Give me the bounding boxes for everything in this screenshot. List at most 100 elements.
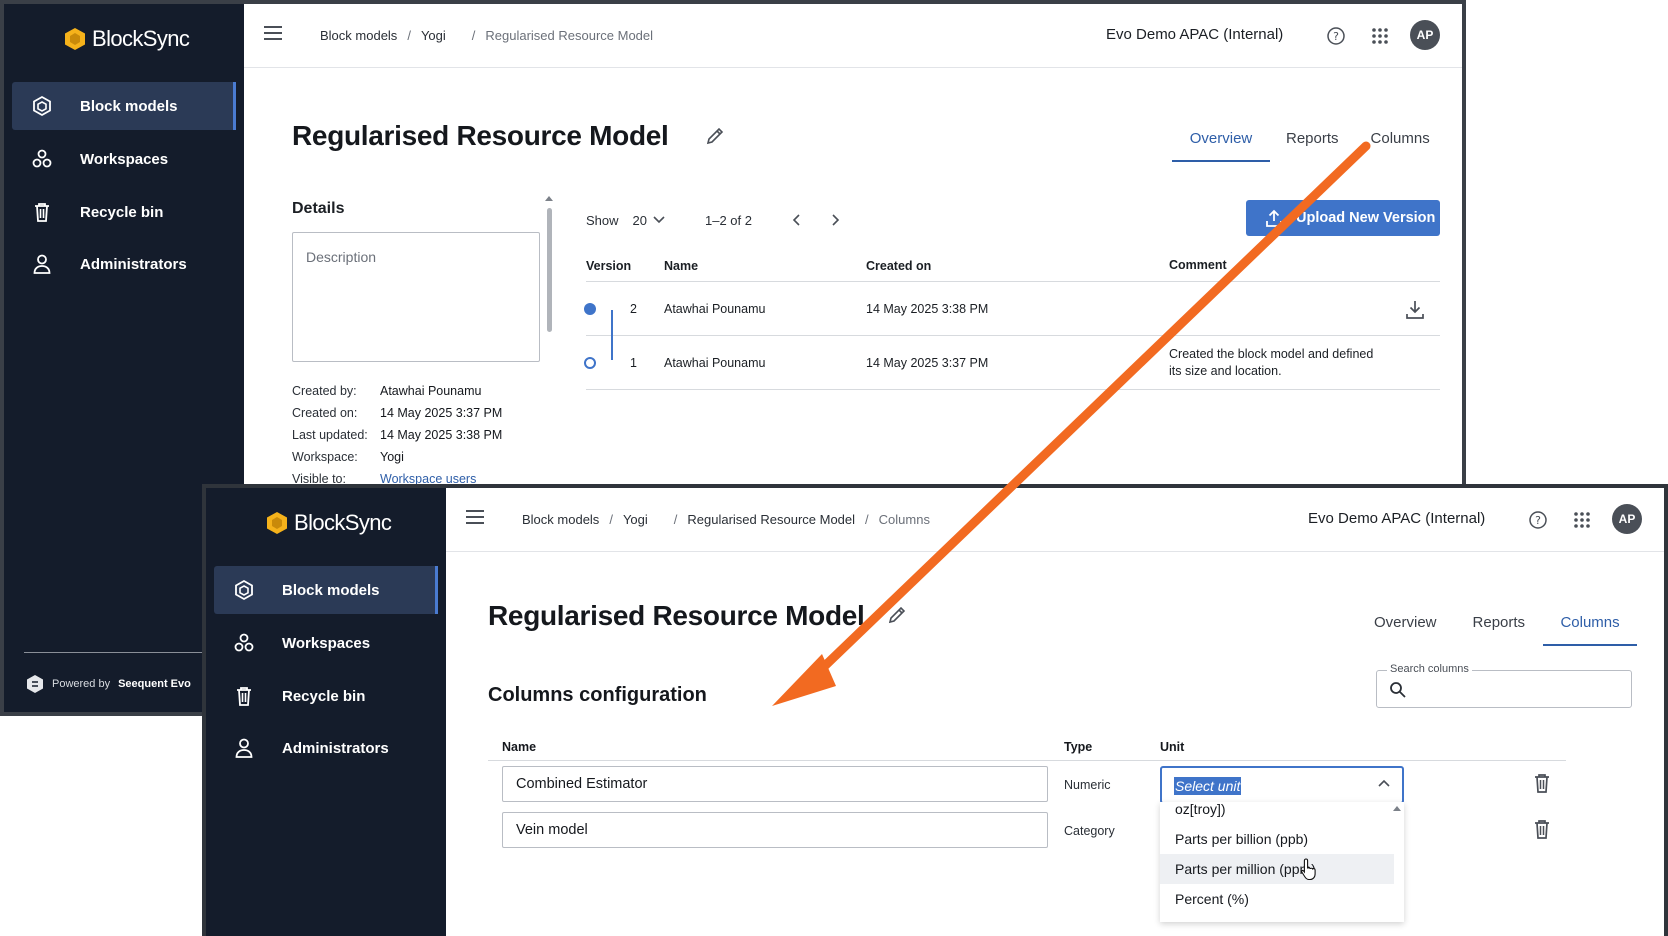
sidebar-item-label: Block models bbox=[80, 97, 178, 115]
version-date: 14 May 2025 3:37 PM bbox=[866, 355, 989, 370]
sidebar-item-label: Block models bbox=[282, 581, 380, 599]
pencil-icon[interactable] bbox=[886, 604, 908, 626]
table-header-divider bbox=[488, 760, 1566, 761]
meta-value: 14 May 2025 3:37 PM bbox=[380, 406, 503, 420]
help-icon[interactable]: ? bbox=[1526, 508, 1550, 532]
breadcrumb-block-models[interactable]: Block models bbox=[522, 512, 599, 527]
sidebar-item-recycle-bin[interactable]: Recycle bin bbox=[12, 188, 236, 236]
tab-columns[interactable]: Columns bbox=[1355, 124, 1446, 162]
top-bar: Block models / Yogi / Regularised Resour… bbox=[244, 4, 1462, 68]
unit-option[interactable]: Parts per billion (ppb) bbox=[1160, 824, 1394, 854]
menu-icon[interactable] bbox=[264, 26, 282, 40]
blocksync-hex-icon bbox=[65, 28, 85, 50]
powered-by-name: Seequent Evo bbox=[118, 678, 191, 690]
avatar[interactable]: AP bbox=[1410, 20, 1440, 50]
sidebar-item-recycle-bin[interactable]: Recycle bin bbox=[214, 672, 438, 720]
prev-page-icon[interactable] bbox=[786, 210, 806, 230]
meta-value: Yogi bbox=[380, 450, 404, 464]
description-placeholder: Description bbox=[306, 249, 377, 265]
sidebar-item-workspaces[interactable]: Workspaces bbox=[214, 619, 438, 667]
version-author: Atawhai Pounamu bbox=[664, 355, 766, 370]
column-type: Category bbox=[1064, 824, 1115, 838]
show-label: Show bbox=[586, 212, 619, 228]
tab-overview[interactable]: Overview bbox=[1356, 608, 1455, 646]
dropdown-scroll-up-icon[interactable] bbox=[1393, 806, 1401, 811]
brand-name: BlockSync bbox=[294, 510, 392, 535]
search-input[interactable] bbox=[1417, 677, 1617, 701]
table-row[interactable]: 1 Atawhai Pounamu 14 May 2025 3:37 PM Cr… bbox=[584, 336, 1440, 390]
apps-grid-icon[interactable] bbox=[1570, 508, 1594, 532]
breadcrumb: Block models / Yogi / Regularised Resour… bbox=[320, 28, 653, 43]
page-range: 1–2 of 2 bbox=[705, 212, 752, 228]
top-bar: Block models / Yogi / Regularised Resour… bbox=[446, 488, 1664, 552]
trash-icon bbox=[232, 684, 256, 708]
breadcrumb-separator: / bbox=[407, 28, 411, 43]
table-row[interactable]: 2 Atawhai Pounamu 14 May 2025 3:38 PM bbox=[584, 282, 1440, 336]
column-header-created-on: Created on bbox=[866, 258, 932, 273]
tab-overview[interactable]: Overview bbox=[1172, 124, 1270, 162]
brand-logo[interactable]: BlockSync bbox=[266, 510, 392, 536]
menu-icon[interactable] bbox=[466, 510, 484, 524]
breadcrumb-workspace[interactable]: Yogi bbox=[623, 512, 648, 527]
sidebar-item-label: Workspaces bbox=[80, 150, 169, 168]
download-icon[interactable] bbox=[1389, 299, 1440, 319]
help-icon[interactable]: ? bbox=[1324, 24, 1348, 48]
page-size-select[interactable]: 20 bbox=[633, 213, 665, 228]
delete-column-icon[interactable] bbox=[1532, 818, 1554, 842]
sidebar-item-label: Administrators bbox=[282, 739, 389, 757]
sidebar-item-block-models[interactable]: Block models bbox=[12, 82, 236, 130]
version-timeline-line bbox=[611, 310, 613, 360]
breadcrumb-workspace[interactable]: Yogi bbox=[421, 28, 446, 43]
scroll-up-arrow-icon[interactable] bbox=[545, 196, 553, 201]
breadcrumb-separator: / bbox=[673, 512, 678, 527]
chevron-up-icon bbox=[1378, 779, 1390, 787]
unit-option[interactable]: Percent (%) bbox=[1160, 884, 1394, 914]
hand-cursor-icon bbox=[1301, 858, 1316, 881]
unit-option[interactable]: oz[troy]) bbox=[1160, 802, 1394, 824]
unit-select[interactable]: Select unit bbox=[1160, 766, 1404, 804]
pagination: Show 20 1–2 of 2 bbox=[586, 210, 866, 230]
seequent-logo-icon bbox=[27, 675, 43, 693]
version-number: 2 bbox=[630, 301, 637, 316]
search-columns-field[interactable]: Search columns bbox=[1376, 663, 1632, 708]
blocksync-hex-icon bbox=[267, 512, 287, 534]
sidebar-item-administrators[interactable]: Administrators bbox=[214, 724, 438, 772]
cube-icon bbox=[30, 94, 54, 118]
person-icon bbox=[30, 252, 54, 276]
next-page-icon[interactable] bbox=[826, 210, 846, 230]
columns-window: BlockSync Block models Workspaces Recycl… bbox=[202, 484, 1668, 936]
version-author: Atawhai Pounamu bbox=[664, 301, 766, 316]
meta-key: Created on: bbox=[292, 406, 358, 420]
unit-select-placeholder: Select unit bbox=[1174, 777, 1242, 795]
avatar[interactable]: AP bbox=[1612, 504, 1642, 534]
breadcrumb-model[interactable]: Regularised Resource Model bbox=[687, 512, 855, 527]
apps-grid-icon[interactable] bbox=[1368, 24, 1392, 48]
delete-column-icon[interactable] bbox=[1532, 772, 1554, 796]
column-name-input[interactable]: Vein model bbox=[502, 812, 1048, 848]
meta-key: Created by: bbox=[292, 384, 357, 398]
unit-option-hovered[interactable]: Parts per million (ppm) bbox=[1160, 854, 1394, 884]
sidebar-item-block-models[interactable]: Block models bbox=[214, 566, 438, 614]
tab-bar: Overview Reports Columns bbox=[1172, 124, 1446, 162]
tab-columns[interactable]: Columns bbox=[1543, 608, 1638, 646]
description-field[interactable]: Description bbox=[292, 232, 540, 362]
workspaces-icon bbox=[30, 147, 54, 171]
breadcrumb-block-models[interactable]: Block models bbox=[320, 28, 397, 43]
version-cell: 1 bbox=[584, 356, 664, 370]
brand-logo[interactable]: BlockSync bbox=[64, 26, 190, 52]
search-icon bbox=[1390, 682, 1406, 698]
column-header-type: Type bbox=[1064, 740, 1093, 754]
current-version-dot-icon bbox=[584, 302, 596, 315]
pencil-icon[interactable] bbox=[704, 125, 726, 147]
sidebar-item-workspaces[interactable]: Workspaces bbox=[12, 135, 236, 183]
meta-value: 14 May 2025 3:38 PM bbox=[380, 428, 503, 442]
tab-reports[interactable]: Reports bbox=[1270, 124, 1355, 162]
details-scrollbar[interactable] bbox=[547, 208, 552, 332]
sidebar-item-administrators[interactable]: Administrators bbox=[12, 240, 236, 288]
breadcrumb-separator: / bbox=[865, 512, 869, 527]
organization-name[interactable]: Evo Demo APAC (Internal) bbox=[1308, 510, 1485, 527]
organization-name[interactable]: Evo Demo APAC (Internal) bbox=[1106, 26, 1283, 43]
upload-new-version-button[interactable]: Upload New Version bbox=[1246, 200, 1440, 236]
tab-reports[interactable]: Reports bbox=[1455, 608, 1544, 646]
column-name-input[interactable]: Combined Estimator bbox=[502, 766, 1048, 802]
